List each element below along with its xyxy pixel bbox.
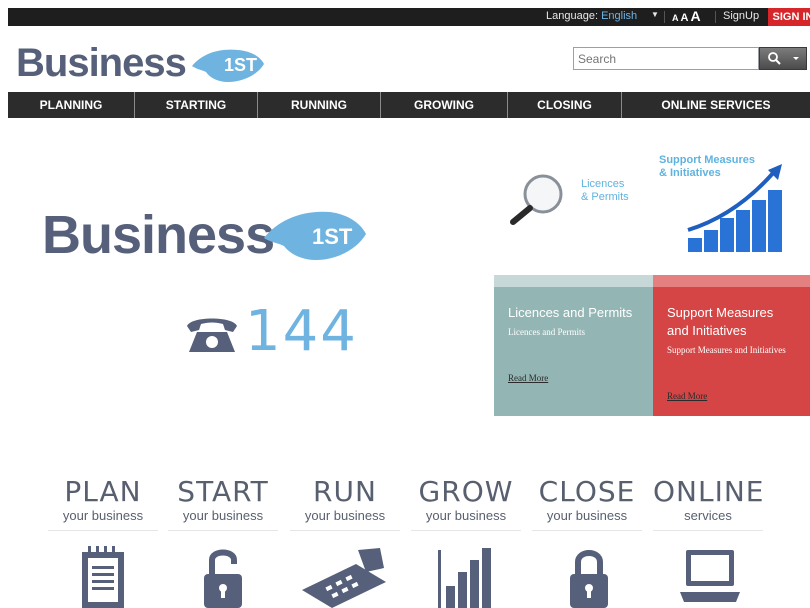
category-online[interactable]: ONLINE services [653, 476, 763, 531]
font-size-large[interactable]: A [690, 8, 700, 24]
phone-icon [187, 318, 237, 352]
category-close[interactable]: CLOSE your business [532, 476, 642, 531]
support-panel-title: Support Measures and Initiatives [667, 305, 774, 338]
search-button[interactable] [759, 47, 807, 70]
hero-logo-wordmark: Business [42, 205, 275, 265]
laptop-icon[interactable] [680, 546, 740, 608]
category-subtitle: your business [411, 508, 521, 531]
category-start[interactable]: START your business [168, 476, 278, 531]
signup-link[interactable]: SignUp [723, 10, 759, 22]
notepad-icon[interactable] [80, 546, 126, 608]
divider [715, 11, 716, 23]
licences-read-more-link[interactable]: Read More [508, 373, 548, 383]
category-title: CLOSE [538, 475, 636, 508]
logo-wordmark: Business [16, 41, 187, 85]
bar-chart-icon[interactable] [436, 546, 494, 608]
nav-item-online-services[interactable]: ONLINE SERVICES [622, 92, 810, 118]
chevron-down-icon[interactable]: ▼ [651, 10, 659, 19]
nav-item-running[interactable]: RUNNING [258, 92, 381, 118]
calculator-icon[interactable] [300, 546, 390, 608]
support-panel-description: Support Measures and Initiatives [667, 345, 786, 355]
top-bar: Language: English ▼ AAA SignUp SIGN IN [8, 8, 810, 26]
licences-panel-title: Licences and Permits [508, 305, 633, 320]
category-subtitle: your business [532, 508, 642, 531]
licences-panel-description: Licences and Permits [508, 327, 585, 337]
logo-badge-icon: 1ST [192, 49, 264, 82]
support-read-more-link[interactable]: Read More [667, 391, 707, 401]
panel-strip [494, 275, 653, 287]
main-nav: PLANNING STARTING RUNNING GROWING CLOSIN… [8, 92, 810, 118]
nav-item-growing[interactable]: GROWING [381, 92, 508, 118]
panel-strip [653, 275, 810, 287]
closed-lock-icon[interactable] [566, 546, 612, 608]
svg-text:1ST: 1ST [224, 55, 257, 75]
font-size-small[interactable]: A [672, 13, 679, 23]
growth-chart-icon [687, 164, 782, 252]
category-grow[interactable]: GROW your business [411, 476, 521, 531]
licences-panel[interactable]: Licences and Permits Licences and Permit… [494, 275, 653, 416]
category-plan[interactable]: PLAN your business [48, 476, 158, 531]
site-logo[interactable]: Business 1ST [16, 40, 266, 86]
nav-item-planning[interactable]: PLANNING [8, 92, 135, 118]
nav-item-closing[interactable]: CLOSING [508, 92, 622, 118]
category-title: RUN [313, 475, 377, 508]
language-value[interactable]: English [601, 10, 637, 22]
category-title: START [177, 475, 269, 508]
language-label: Language: [546, 10, 598, 22]
magnifier-icon [510, 174, 563, 225]
divider [664, 11, 665, 23]
hero-logo-badge-icon: 1ST [264, 211, 366, 260]
category-run[interactable]: RUN your business [290, 476, 400, 531]
category-subtitle: services [653, 508, 763, 531]
category-title: PLAN [64, 475, 142, 508]
category-title: GROW [418, 475, 514, 508]
category-subtitle: your business [168, 508, 278, 531]
svg-text:1ST: 1ST [312, 224, 353, 249]
language-selector[interactable]: Language: English [546, 10, 637, 22]
nav-item-starting[interactable]: STARTING [135, 92, 258, 118]
licences-image-caption: Licences & Permits [581, 178, 629, 203]
signin-button[interactable]: SIGN IN [768, 8, 810, 26]
font-size-controls: AAA [672, 8, 703, 24]
category-subtitle: your business [48, 508, 158, 531]
font-size-medium[interactable]: A [681, 12, 689, 24]
category-title: ONLINE [653, 475, 765, 508]
search-input[interactable] [573, 47, 759, 70]
phone-number: 144 [245, 299, 358, 364]
category-subtitle: your business [290, 508, 400, 531]
open-lock-icon[interactable] [200, 546, 246, 608]
search-icon [768, 52, 799, 65]
support-panel[interactable]: Support Measures and Initiatives Support… [653, 275, 810, 416]
